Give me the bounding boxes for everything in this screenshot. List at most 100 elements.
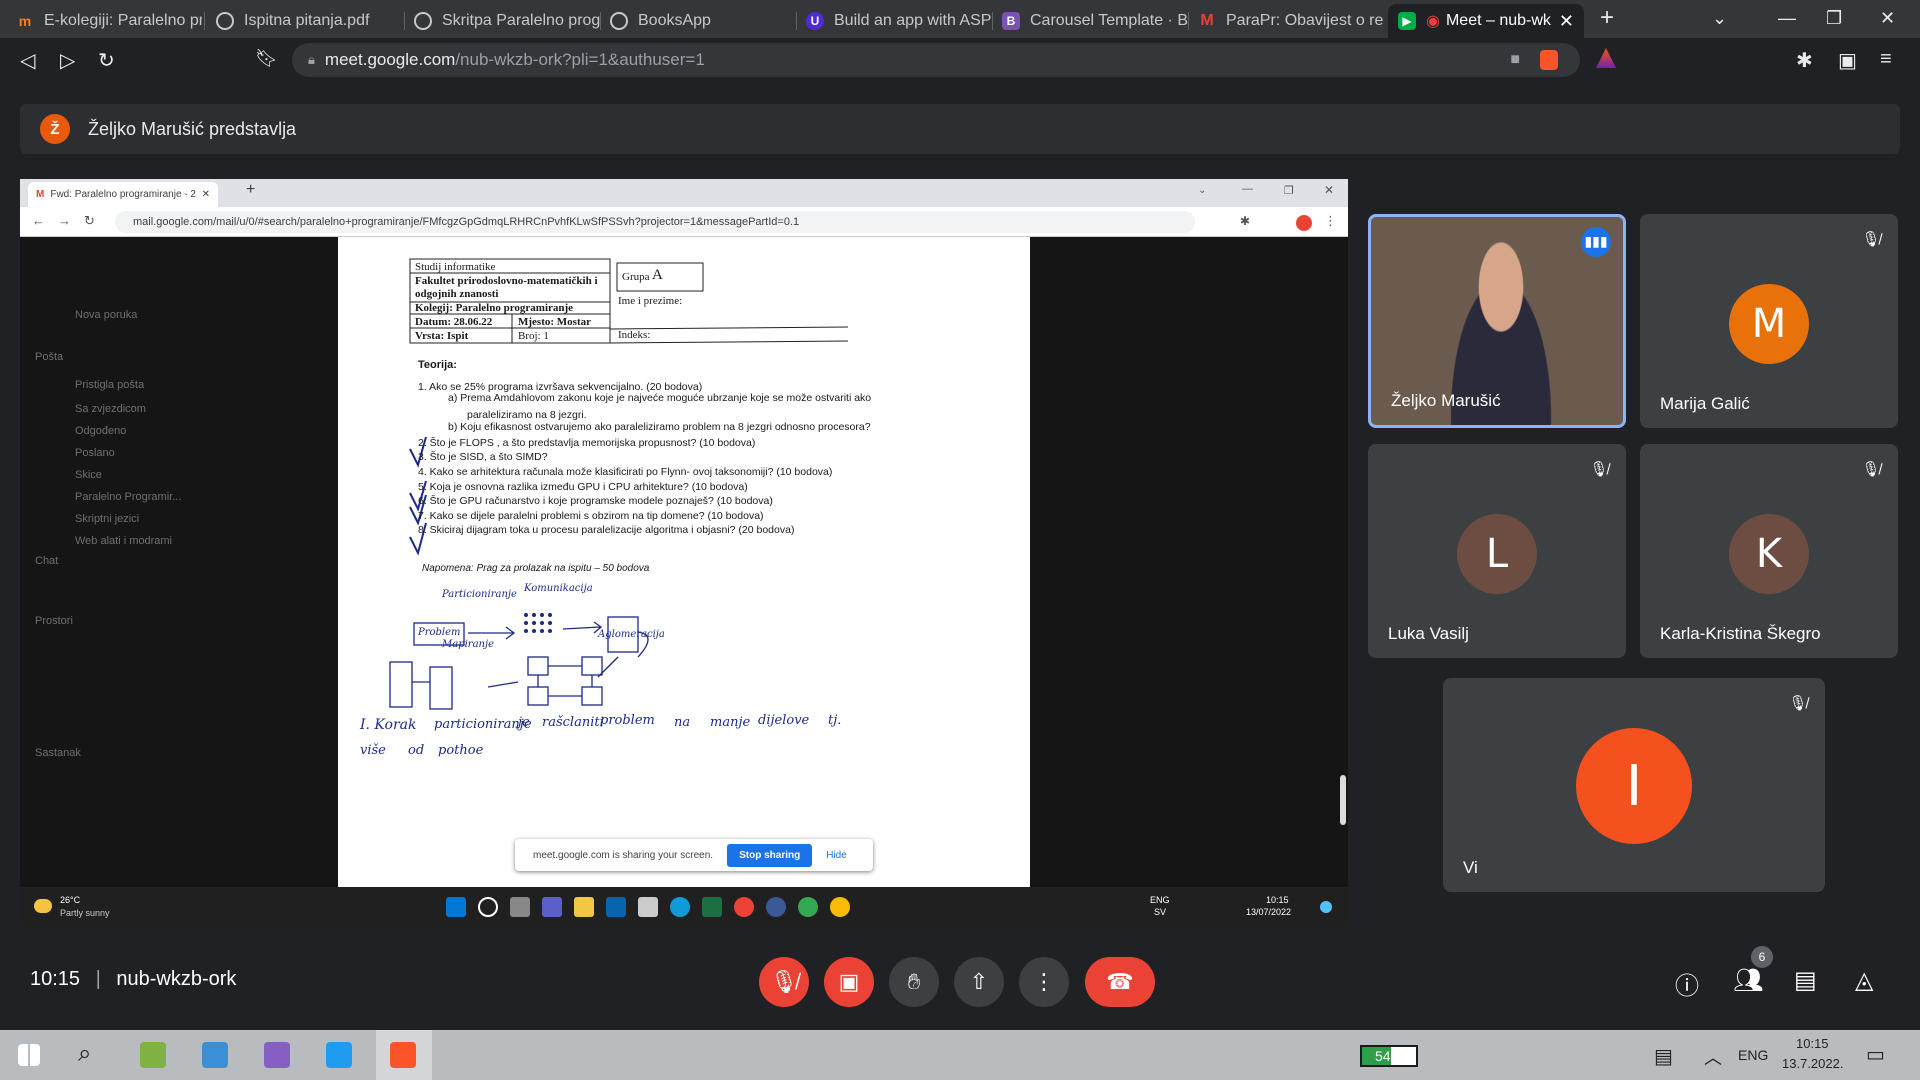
minimize-icon[interactable]: — <box>1778 8 1796 29</box>
brave-rewards-icon[interactable] <box>1596 48 1616 68</box>
tab-aspnet[interactable]: U Build an app with ASPN <box>796 4 992 38</box>
teams-icon <box>542 897 562 917</box>
end-call-button[interactable]: ☎︎ <box>1085 957 1155 1007</box>
shared-screen: M Fwd: Paralelno programiranje - 2 ✕ + ⌄… <box>20 179 1348 926</box>
tab-meet[interactable]: ▶ ◉ Meet – nub-wk ✕ <box>1388 4 1584 38</box>
dotnet-icon: U <box>806 12 824 30</box>
gmail-item: Poslano <box>75 447 115 459</box>
doc-question: a) Prema Amdahlovom zakonu koje je najve… <box>448 392 872 404</box>
brave-icon[interactable] <box>390 1042 416 1068</box>
share-message: meet.google.com is sharing your screen. <box>533 849 714 861</box>
gmail-item: Sa zvjezdicom <box>75 403 146 415</box>
gmail-item: Chat <box>35 555 59 567</box>
app-icon[interactable] <box>140 1042 166 1068</box>
tab-booksapp[interactable]: BooksApp <box>600 4 796 38</box>
url-path: /nub-wkzb-ork?pli=1&authuser=1 <box>455 50 705 69</box>
tile-karla[interactable]: 🎙︎̸ K Karla-Kristina Škegro <box>1640 444 1898 658</box>
stop-sharing-button[interactable]: Stop sharing <box>727 843 813 867</box>
mic-off-icon: 🎙︎̸ <box>1589 461 1609 478</box>
hand-note: pothoe <box>438 743 484 758</box>
gmail-item: Pošta <box>35 351 64 363</box>
windows-start-icon[interactable] <box>18 1044 40 1066</box>
search-icon <box>478 897 498 917</box>
vscode-icon[interactable] <box>326 1042 352 1068</box>
back-icon[interactable]: ◁ <box>20 48 35 73</box>
gmail-item: Sastanak <box>35 747 81 759</box>
gmail-item: Paralelno Programir... <box>75 491 182 503</box>
brave-shield-icon[interactable] <box>1540 50 1558 70</box>
clock-date[interactable]: 13.7.2022. <box>1782 1056 1843 1071</box>
clock-time: 10:15 <box>1266 895 1289 905</box>
activities-icon[interactable]: ◬ <box>1855 966 1873 995</box>
url-input[interactable]: 🔒︎ meet.google.com/nub-wkzb-ork?pli=1&au… <box>292 43 1580 77</box>
tile-marija[interactable]: 🎙︎̸ M Marija Galić <box>1640 214 1898 428</box>
tab-carousel[interactable]: B Carousel Template · Bo <box>992 4 1188 38</box>
doc-header-number: Broj: 1 <box>518 330 549 342</box>
extensions-icon[interactable]: ✱ <box>1796 48 1813 73</box>
tile-self[interactable]: 🎙︎̸ I Vi <box>1443 678 1825 892</box>
hide-button[interactable]: Hide <box>826 850 847 861</box>
close-tab-icon[interactable]: ✕ <box>1559 11 1574 32</box>
extensions-icon: ✱ <box>1240 214 1251 228</box>
tile-zeljko[interactable]: ▮▮▮ Željko Marušić <box>1368 214 1626 428</box>
gmail-icon: M <box>36 189 45 200</box>
camera-off-icon: ▣ <box>838 969 860 994</box>
bookmark-icon[interactable]: 🔖︎ <box>255 48 278 69</box>
battery-indicator[interactable]: 54% <box>1360 1045 1418 1067</box>
hand-note: I. Korak <box>360 717 417 733</box>
menu-icon[interactable]: ≡ <box>1880 48 1892 71</box>
hand-note: više <box>360 743 386 758</box>
people-icon[interactable]: 👥︎ <box>1733 966 1763 995</box>
globe-icon <box>216 12 234 30</box>
forward-icon[interactable]: ▷ <box>60 48 75 73</box>
notifications-icon[interactable]: ▭ <box>1866 1042 1885 1067</box>
language-indicator[interactable]: ENG <box>1738 1047 1768 1063</box>
info-icon[interactable]: ⓘ <box>1675 966 1699 1001</box>
participant-name: Marija Galić <box>1660 394 1750 413</box>
address-bar: ◁ ▷ ↻ 🔖︎ 🔒︎ meet.google.com/nub-wkzb-ork… <box>0 38 1920 82</box>
mic-off-icon: 🎙︎̸ <box>1788 695 1808 712</box>
tab-skripta[interactable]: Skritpa Paralelno progr <box>404 4 600 38</box>
new-tab-icon[interactable]: + <box>1600 4 1614 32</box>
app-icon[interactable] <box>202 1042 228 1068</box>
participant-avatar: L <box>1457 514 1537 594</box>
globe-icon <box>610 12 628 30</box>
restore-icon[interactable]: ❐ <box>1826 8 1842 29</box>
tab-label: Meet – nub-wk <box>1445 12 1551 29</box>
more-options-button[interactable]: ⋮ <box>1019 957 1069 1007</box>
doc-header-date: Datum: 28.06.22 <box>415 316 493 328</box>
tab-ispitna-pitanja[interactable]: Ispitna pitanja.pdf <box>206 4 402 38</box>
raise-hand-button[interactable]: ✋︎ <box>889 957 939 1007</box>
search-icon[interactable]: ⌕ <box>78 1040 91 1068</box>
doc-question: b) Koju efikasnost ostvarujemo ako paral… <box>448 421 871 433</box>
visual-studio-icon[interactable] <box>264 1042 290 1068</box>
tab-ekolegiji[interactable]: m E-kolegiji: Paralelno pro <box>6 4 202 38</box>
chevron-up-icon[interactable]: ︿ <box>1704 1044 1722 1070</box>
hand-note: tj. <box>828 713 842 728</box>
doc-header-place: Mjesto: Mostar <box>518 316 591 328</box>
clock-time[interactable]: 10:15 <box>1796 1036 1829 1051</box>
forward-icon: → <box>58 213 71 228</box>
camera-icon[interactable]: ■ <box>1510 51 1520 69</box>
camera-toggle-button[interactable]: ▣ <box>824 957 874 1007</box>
reload-icon[interactable]: ↻ <box>98 48 115 73</box>
tab-parapr[interactable]: M ParaPr: Obavijest o rez <box>1188 4 1384 38</box>
wallet-icon[interactable]: ▣ <box>1838 48 1857 73</box>
chat-icon[interactable]: ▤ <box>1794 966 1817 995</box>
app-icon <box>766 897 786 917</box>
mic-toggle-button[interactable]: 🎙︎̸ <box>759 957 809 1007</box>
close-window-icon[interactable]: ✕ <box>1880 8 1895 29</box>
chrome-icon <box>830 897 850 917</box>
tile-luka[interactable]: 🎙︎̸ L Luka Vasilj <box>1368 444 1626 658</box>
doc-question: 4. Kako se arhitektura računala može kla… <box>418 466 833 478</box>
present-button[interactable]: ⇧ <box>954 957 1004 1007</box>
participant-name: Luka Vasilj <box>1388 624 1469 643</box>
tab-label: Skritpa Paralelno progr <box>442 12 600 29</box>
lang-indicator-2: SV <box>1154 907 1167 917</box>
doc-name-label: Ime i prezime: <box>618 295 683 307</box>
gmail-item: Web alati i modrami <box>75 535 172 547</box>
news-icon[interactable]: ▤ <box>1654 1044 1673 1069</box>
tab-search-icon[interactable]: ⌄ <box>1712 8 1727 29</box>
meet-icon: ▶ <box>1398 12 1416 30</box>
menu-icon: ⋮ <box>1324 213 1337 228</box>
